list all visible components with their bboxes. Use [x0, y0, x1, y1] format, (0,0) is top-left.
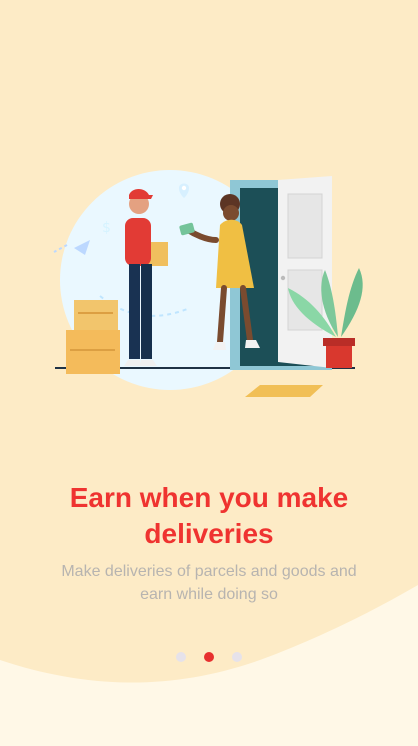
page-title: Earn when you make deliveries — [69, 482, 349, 549]
delivery-illustration: $ — [40, 160, 380, 410]
pagination-dots — [0, 652, 418, 662]
onboarding-screen: $ Earn when you make deliveries Make del… — [0, 0, 418, 746]
page-subtitle: Make deliveries of parcels and goods and… — [61, 563, 357, 603]
pagination-dot-2[interactable] — [204, 652, 214, 662]
pagination-dot-1[interactable] — [176, 652, 186, 662]
pagination-dot-3[interactable] — [232, 652, 242, 662]
svg-text:$: $ — [102, 220, 111, 236]
